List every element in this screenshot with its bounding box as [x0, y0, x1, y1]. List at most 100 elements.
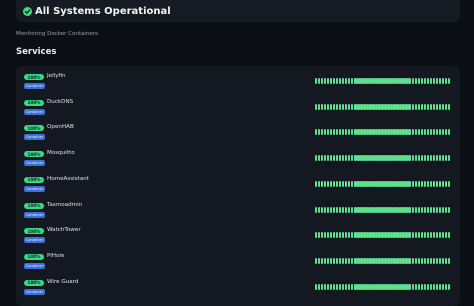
uptime-bar [444, 129, 447, 136]
uptime-bar [348, 257, 351, 264]
uptime-bar [372, 206, 375, 213]
uptime-bar [441, 206, 444, 213]
uptime-bar [327, 232, 330, 239]
service-row[interactable]: 100% Mosquitto Container [24, 150, 454, 171]
uptime-bar [402, 103, 405, 110]
uptime-bar [372, 78, 375, 84]
uptime-history [315, 78, 450, 84]
service-row[interactable]: 100% WatchTower Container [24, 227, 454, 248]
uptime-bar [435, 257, 438, 264]
uptime-bar [351, 129, 354, 136]
uptime-bar [330, 232, 333, 239]
uptime-bar [339, 129, 342, 136]
uptime-bar [336, 103, 339, 110]
uptime-bar [330, 180, 333, 187]
uptime-bar [408, 129, 411, 136]
uptime-bar [399, 103, 402, 110]
uptime-bar [435, 180, 438, 187]
uptime-history [315, 232, 450, 239]
service-row[interactable]: 100% Wire Guard Container [24, 279, 454, 300]
uptime-bar [330, 129, 333, 136]
uptime-bar [366, 155, 369, 162]
uptime-bar [318, 232, 321, 239]
uptime-bar [342, 103, 345, 110]
uptime-bar [429, 129, 432, 136]
uptime-bar [357, 206, 360, 213]
uptime-bar [387, 232, 390, 239]
uptime-bar [366, 206, 369, 213]
uptime-bar [372, 180, 375, 187]
uptime-bar [354, 78, 357, 84]
uptime-bar [402, 180, 405, 187]
uptime-bar [414, 103, 417, 110]
uptime-bar [366, 129, 369, 136]
uptime-bar [420, 78, 423, 84]
uptime-bar [393, 129, 396, 136]
uptime-bar [381, 180, 384, 187]
uptime-bar [402, 129, 405, 136]
uptime-bar [372, 257, 375, 264]
service-row[interactable]: 100% Tasmoadmin Container [24, 202, 454, 223]
uptime-bar [390, 232, 393, 239]
page-subtitle: Monitoring Docker Containers [16, 31, 98, 37]
uptime-bar [375, 257, 378, 264]
uptime-bar [435, 78, 438, 84]
uptime-bar [423, 206, 426, 213]
service-row[interactable]: 100% HomeAssistant Container [24, 176, 454, 197]
uptime-bar [360, 232, 363, 239]
uptime-bar [375, 155, 378, 162]
uptime-bar [438, 129, 441, 136]
uptime-bar [417, 103, 420, 110]
uptime-bar [348, 129, 351, 136]
uptime-bar [339, 232, 342, 239]
uptime-bar [339, 155, 342, 162]
uptime-bar [333, 129, 336, 136]
uptime-bar [315, 103, 318, 110]
uptime-bar [408, 257, 411, 264]
uptime-bar [432, 155, 435, 162]
uptime-bar [333, 78, 336, 84]
uptime-bar [366, 232, 369, 239]
uptime-bar [423, 180, 426, 187]
uptime-bar [354, 232, 357, 239]
uptime-bar [447, 103, 450, 110]
uptime-bar [435, 206, 438, 213]
service-name: WatchTower [47, 227, 81, 234]
uptime-bar [411, 103, 414, 110]
uptime-bar [423, 129, 426, 136]
service-row[interactable]: 100% Jellyfin Container [24, 73, 454, 94]
uptime-bar [315, 155, 318, 162]
service-row[interactable]: 100% DuckDNS Container [24, 99, 454, 120]
uptime-bar [357, 78, 360, 84]
uptime-bar [315, 129, 318, 136]
uptime-bar [342, 129, 345, 136]
uptime-bar [429, 257, 432, 264]
uptime-bar [411, 78, 414, 84]
uptime-bar [399, 206, 402, 213]
uptime-bar [429, 155, 432, 162]
uptime-bar [402, 78, 405, 84]
uptime-bar [375, 180, 378, 187]
uptime-bar [327, 129, 330, 136]
uptime-bar [351, 206, 354, 213]
service-type-tag: Container [24, 211, 45, 218]
uptime-bar [369, 206, 372, 213]
section-title: Services [16, 47, 57, 57]
uptime-bar [396, 155, 399, 162]
uptime-bar [390, 257, 393, 264]
uptime-bar [423, 78, 426, 84]
uptime-bar [420, 206, 423, 213]
uptime-bar [444, 232, 447, 239]
service-row[interactable]: 100% OpenHAB Container [24, 124, 454, 145]
uptime-bar [381, 206, 384, 213]
uptime-bar [438, 180, 441, 187]
uptime-bar [411, 129, 414, 136]
uptime-bar [399, 180, 402, 187]
uptime-bar [396, 78, 399, 84]
uptime-bar [441, 232, 444, 239]
service-row[interactable]: 100% PiHole Container [24, 253, 454, 274]
uptime-bar [384, 257, 387, 264]
uptime-bar [384, 103, 387, 110]
uptime-bar [387, 180, 390, 187]
uptime-bar [444, 155, 447, 162]
